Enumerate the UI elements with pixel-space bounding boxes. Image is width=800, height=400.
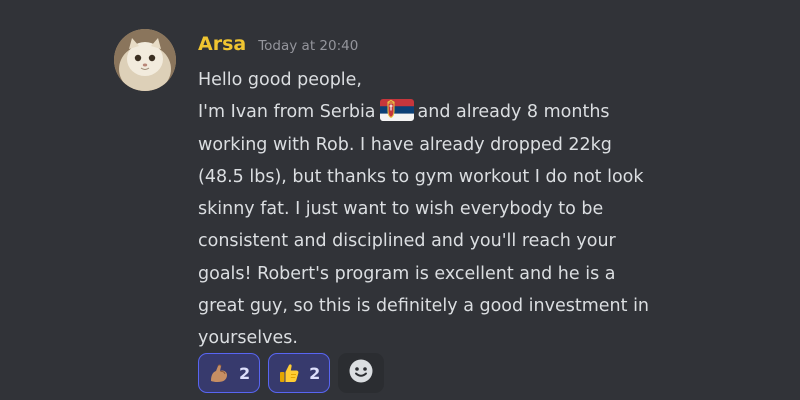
message-header: Arsa Today at 20:40: [198, 33, 358, 55]
cat-avatar-image: [114, 29, 176, 91]
message-line: goals! Robert's program is excellent and…: [198, 263, 616, 284]
message-line: working with Rob. I have already dropped…: [198, 134, 612, 155]
reactions-bar: 2 2: [198, 353, 385, 393]
thumbs-up-icon: [278, 362, 300, 384]
message-text: I'm Ivan from Serbia: [198, 102, 376, 123]
avatar[interactable]: [114, 29, 176, 91]
reaction-biceps[interactable]: 2: [198, 353, 261, 393]
reaction-count: 2: [239, 363, 251, 383]
add-reaction-button[interactable]: [338, 353, 385, 393]
message-content: Hello good people, I'm Ivan from Serbia a…: [198, 64, 738, 355]
message-line: great guy, so this is definitely a good …: [198, 296, 650, 317]
message-line: Hello good people,: [198, 70, 362, 90]
flexed-biceps-icon: [208, 362, 230, 384]
message-text: and already 8 months: [417, 102, 610, 123]
message-line: yourselves.: [198, 328, 298, 349]
serbia-flag-icon: [379, 99, 414, 132]
username[interactable]: Arsa: [198, 33, 246, 55]
message-line: (48.5 lbs), but thanks to gym workout I …: [198, 166, 644, 187]
chat-message: Arsa Today at 20:40 Hello good people, I…: [0, 0, 800, 400]
timestamp[interactable]: Today at 20:40: [258, 38, 358, 54]
smiley-icon: [348, 358, 374, 388]
reaction-count: 2: [309, 363, 321, 383]
message-line: skinny fat. I just want to wish everybod…: [198, 199, 604, 220]
message-line: I'm Ivan from Serbia and already 8 months: [198, 96, 738, 128]
reaction-thumbs-up[interactable]: 2: [268, 353, 331, 393]
message-line: consistent and disciplined and you'll re…: [198, 231, 616, 252]
